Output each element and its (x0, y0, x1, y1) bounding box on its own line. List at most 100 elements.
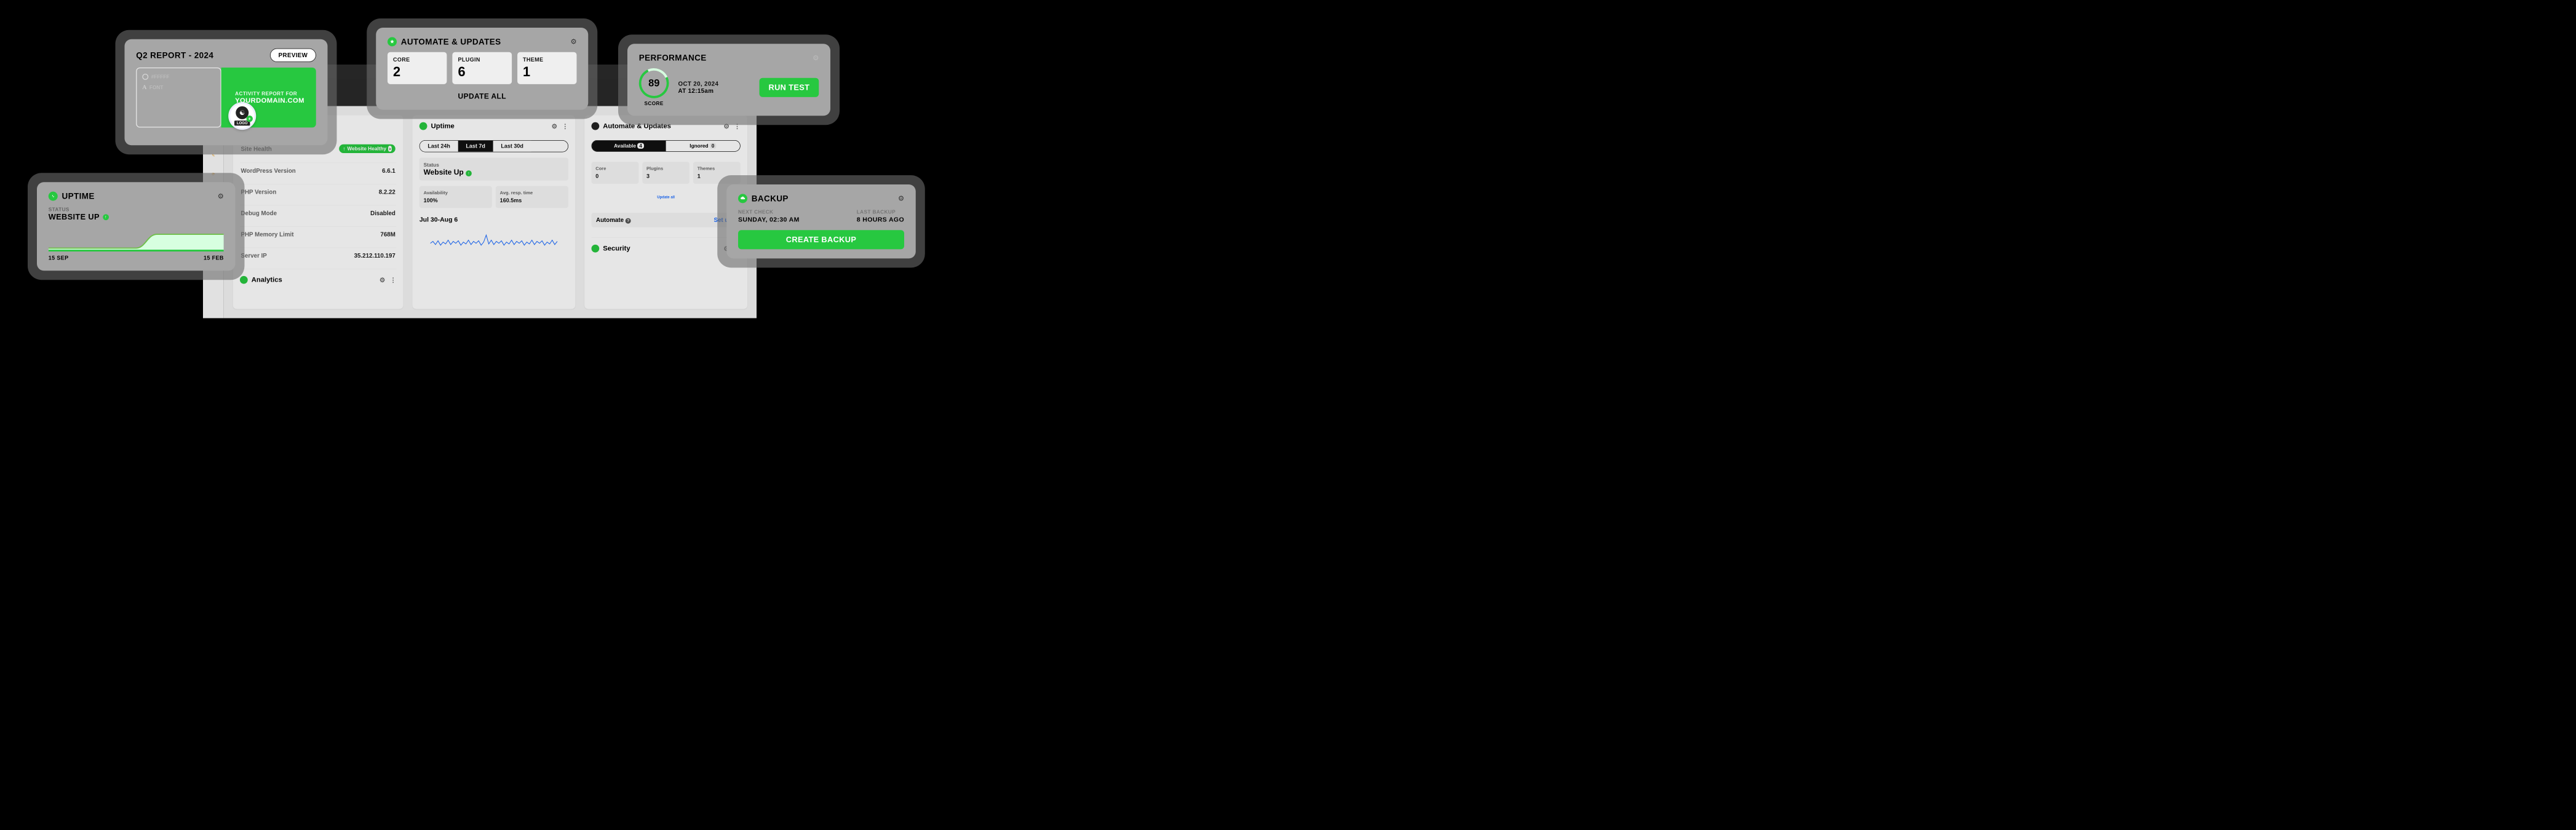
backup-icon (738, 194, 747, 203)
up-arrow-icon: ↑ (466, 170, 472, 176)
last-backup-value: 8 HOURS AGO (857, 216, 904, 223)
next-check-label: NEXT CHECK (738, 209, 800, 215)
update-all-button[interactable]: UPDATE ALL (388, 90, 577, 101)
tab-ignored[interactable]: Ignored0 (666, 141, 740, 151)
perf-time: AT 12:15am (678, 87, 719, 95)
next-check-value: SUNDAY, 02:30 AM (738, 216, 800, 223)
resp-time-label: Avg. resp. time (500, 190, 565, 196)
perf-timestamp: OCT 20, 2024 AT 12:15am (678, 81, 719, 95)
theme-count-box[interactable]: THEME 1 (517, 52, 576, 84)
site-health-value: Website Healthy (347, 146, 386, 152)
ignored-count: 0 (710, 143, 717, 149)
color-swatch-icon[interactable] (142, 74, 148, 80)
gear-icon[interactable]: ⚙ (218, 192, 224, 200)
tab-last-7d[interactable]: Last 7d (458, 141, 493, 152)
analytics-title: Analytics (252, 276, 282, 284)
gear-icon[interactable]: ⚙ (570, 38, 576, 45)
hex-value: #FFFFF (151, 74, 170, 80)
uptime-card: UPTIME ⚙ STATUS WEBSITE UP ↑ 15 SEP 15 F… (37, 182, 236, 271)
site-health-pill[interactable]: ↑ Website Healthy › (339, 144, 395, 153)
info-icon[interactable]: ? (626, 218, 631, 224)
create-backup-button[interactable]: CREATE BACKUP (738, 230, 904, 249)
last-backup-label: LAST BACKUP (857, 209, 904, 215)
server-ip-value: 35.212.110.197 (354, 252, 396, 259)
gear-icon[interactable]: ⚙ (898, 194, 904, 202)
automate-card-title: AUTOMATE & UPDATES (401, 37, 501, 47)
plus-icon[interactable]: + (247, 116, 253, 122)
uptime-sparkline (419, 229, 568, 254)
uptime-status-label: Status (424, 162, 565, 168)
uptime-chart (49, 226, 224, 251)
plugin-count-label: PLUGIN (458, 57, 506, 63)
analytics-icon (240, 276, 248, 284)
backup-card: BACKUP ⚙ NEXT CHECK SUNDAY, 02:30 AM LAS… (726, 184, 916, 258)
logo-uploader[interactable]: ☯ + LOGO (228, 102, 256, 130)
wp-version-value: 6.6.1 (382, 167, 396, 175)
debug-mode-value: Disabled (370, 210, 396, 217)
core-label: Core (595, 166, 634, 172)
brand-settings-box[interactable]: #FFFFF A FONT (136, 68, 221, 128)
axis-start: 15 SEP (49, 255, 69, 262)
automate-icon (388, 37, 397, 46)
available-count: 4 (637, 143, 644, 149)
kebab-icon[interactable]: ⋮ (562, 122, 569, 130)
font-icon[interactable]: A (142, 84, 146, 91)
gear-icon[interactable]: ⚙ (813, 54, 819, 62)
core-count-value: 2 (393, 64, 441, 79)
perf-date: OCT 20, 2024 (678, 81, 719, 88)
report-card: Q2 REPORT - 2024 PREVIEW #FFFFF A FONT A… (125, 39, 328, 146)
core-count-label: CORE (393, 57, 441, 63)
performance-card: PERFORMANCE ⚙ 89 SCORE OCT 20, 2024 AT 1… (627, 44, 830, 116)
tab-last-24h[interactable]: Last 24h (420, 141, 458, 152)
uptime-card-title: UPTIME (62, 191, 95, 201)
uptime-panel: Uptime ⚙ ⋮ Last 24h Last 7d Last 30d Sta… (413, 116, 576, 309)
server-ip-label: Server IP (241, 252, 267, 259)
backup-title: BACKUP (752, 194, 789, 204)
security-icon (592, 245, 600, 253)
core-count-box[interactable]: CORE 2 (388, 52, 447, 84)
uptime-icon (49, 192, 58, 201)
up-arrow-icon: ↑ (103, 214, 109, 220)
core-value: 0 (595, 173, 634, 180)
performance-title: PERFORMANCE (639, 53, 707, 63)
score-label: SCORE (639, 101, 669, 107)
preview-button[interactable]: PREVIEW (270, 49, 316, 62)
mem-limit-label: PHP Memory Limit (241, 231, 294, 238)
uptime-status-value: WEBSITE UP (49, 213, 100, 222)
themes-label: Themes (698, 166, 736, 172)
uptime-title: Uptime (431, 122, 455, 130)
run-test-button[interactable]: RUN TEST (760, 78, 819, 97)
php-version-value: 8.2.22 (379, 188, 396, 196)
tab-available[interactable]: Available4 (592, 141, 666, 151)
font-label: FONT (149, 84, 163, 90)
plugin-count-value: 6 (458, 64, 506, 79)
tab-last-30d[interactable]: Last 30d (493, 141, 531, 152)
gear-icon[interactable]: ⚙ (552, 122, 557, 130)
up-arrow-icon: ↑ (343, 146, 345, 152)
plugin-count-box[interactable]: PLUGIN 6 (452, 52, 511, 84)
php-version-label: PHP Version (241, 188, 277, 196)
availability-value: 100% (424, 197, 488, 204)
uptime-range: Jul 30-Aug 6 (419, 216, 568, 223)
axis-end: 15 FEB (204, 255, 224, 262)
wp-version-label: WordPress Version (241, 167, 296, 175)
security-title: Security (603, 245, 630, 253)
uptime-icon (419, 122, 427, 130)
plugins-value: 3 (646, 173, 685, 180)
theme-count-value: 1 (523, 64, 571, 79)
plugins-label: Plugins (646, 166, 685, 172)
gear-icon[interactable]: ⚙ (380, 276, 385, 283)
uptime-status-value: Website Up ↑ (424, 168, 565, 176)
uptime-range-tabs[interactable]: Last 24h Last 7d Last 30d (419, 140, 568, 152)
score-value: 89 (648, 77, 659, 89)
automate-row-label: Automate (596, 216, 624, 223)
uptime-status-label: STATUS (49, 207, 224, 213)
theme-count-label: THEME (523, 57, 571, 63)
debug-mode-label: Debug Mode (241, 210, 277, 217)
updates-filter-tabs[interactable]: Available4 Ignored0 (592, 140, 741, 152)
chevron-right-icon: › (388, 146, 392, 152)
kebab-icon[interactable]: ⋮ (390, 276, 397, 283)
report-title: Q2 REPORT - 2024 (136, 50, 213, 60)
automate-icon (592, 122, 600, 130)
mem-limit-value: 768M (380, 231, 395, 238)
